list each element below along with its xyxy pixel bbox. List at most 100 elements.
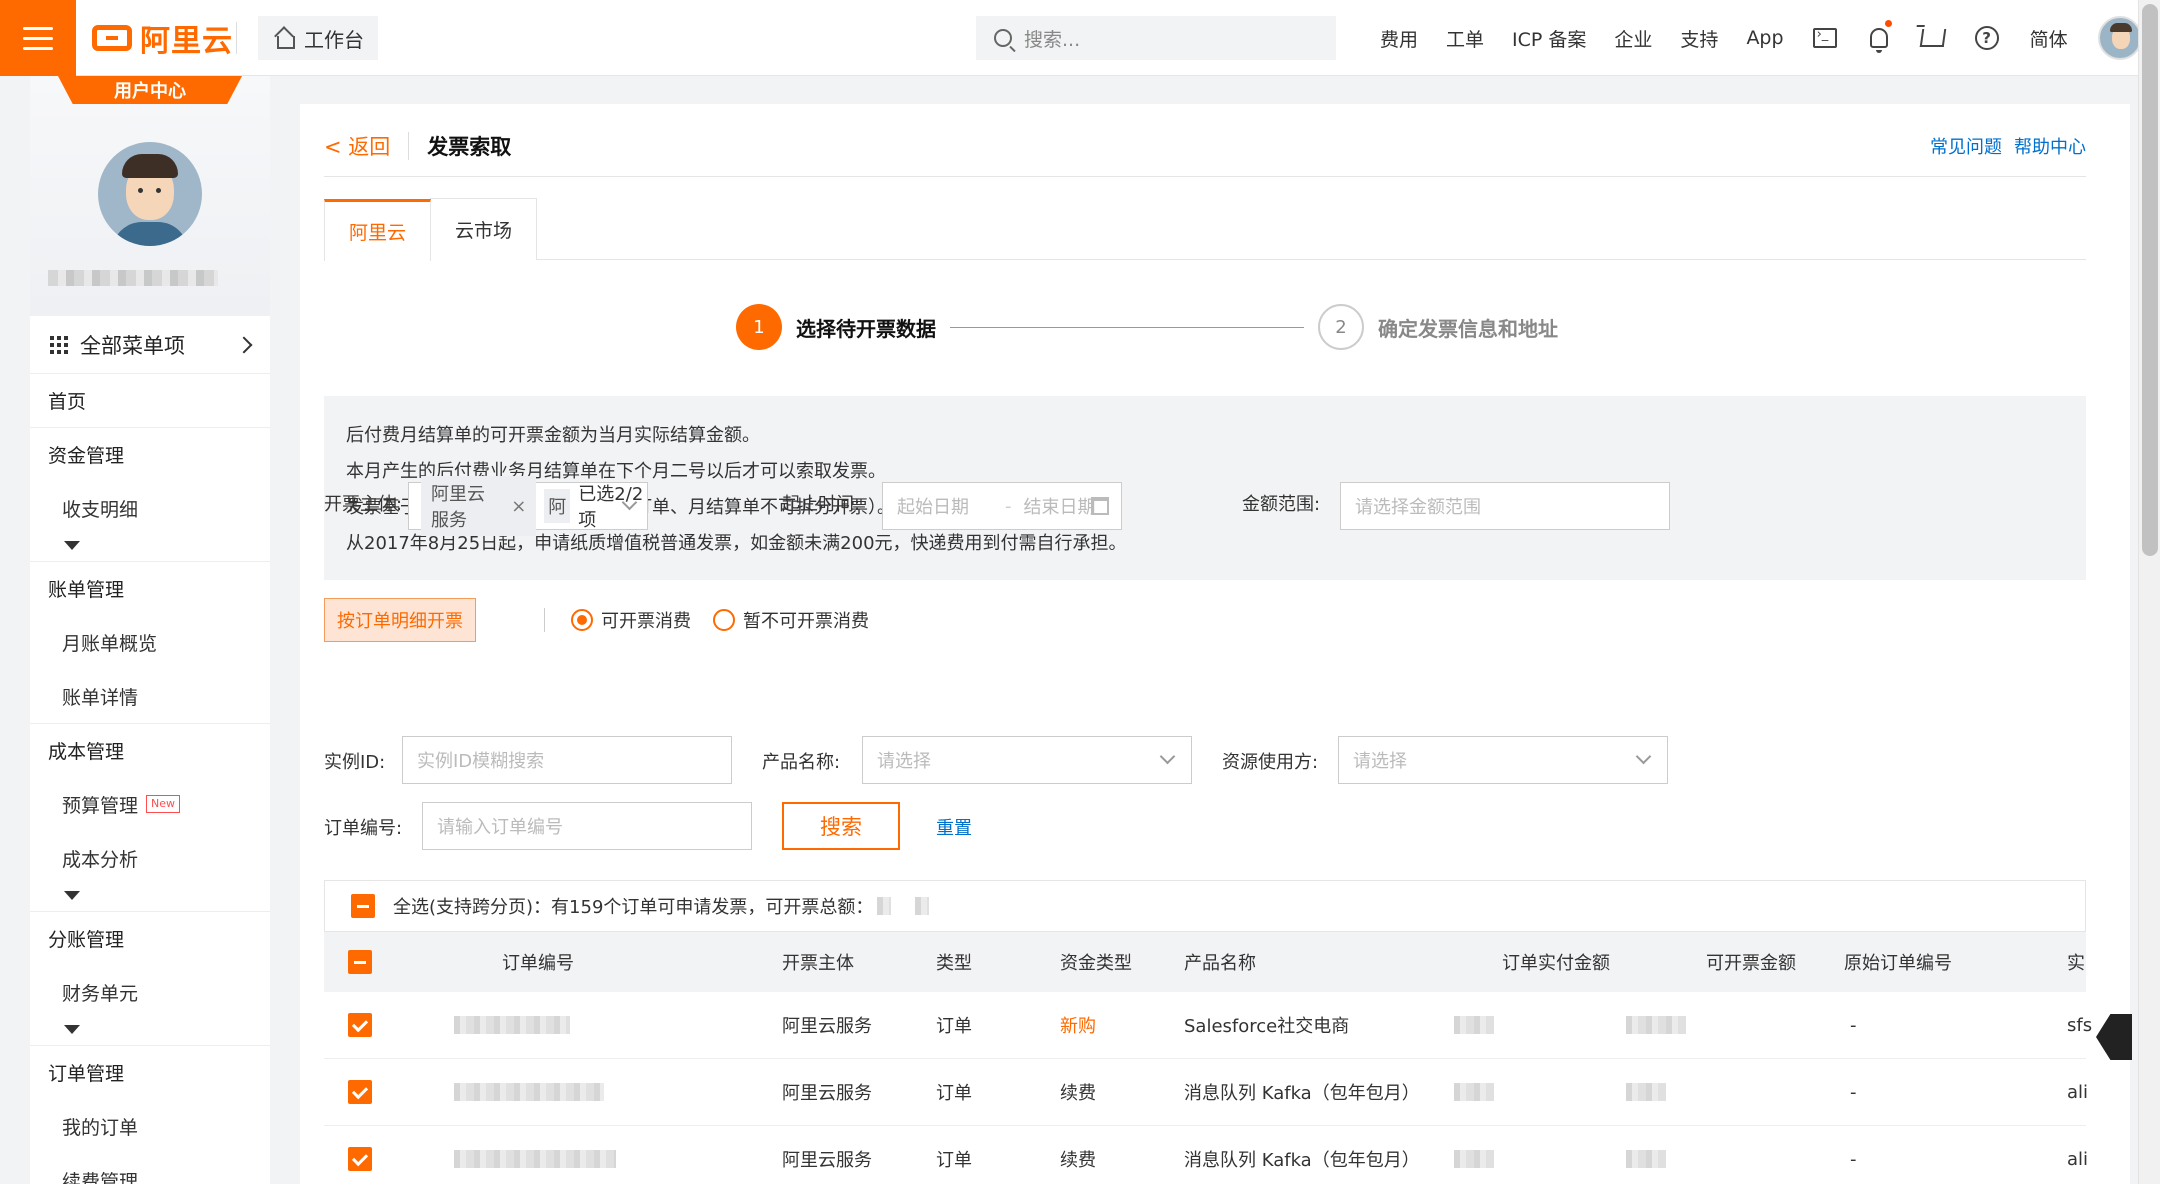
sidebar: 用户中心 全部菜单项 首页 资金管理 收支明细 账单管理 月账单概览 账单详情 成本管理 预算… xyxy=(30,76,270,1184)
select-all-text: 全选(支持跨分页)：有159个订单可申请发票，可开票总额： xyxy=(393,897,874,918)
help-center-link[interactable]: 帮助中心 xyxy=(2014,133,2086,159)
nav-support[interactable]: 支持 xyxy=(1666,25,1732,52)
divider xyxy=(408,132,410,160)
sidebar-item[interactable]: 我的订单 xyxy=(30,1099,270,1153)
expand-more-button[interactable] xyxy=(30,535,270,561)
masked-value xyxy=(1626,1150,1666,1168)
expand-more-button[interactable] xyxy=(30,1019,270,1045)
entity-selected-count: 已选2/2项 xyxy=(578,484,644,531)
tab-aliyun[interactable]: 阿里云 xyxy=(324,199,432,261)
sidebar-group-title[interactable]: 首页 xyxy=(30,374,270,427)
chevron-right-icon xyxy=(235,336,253,353)
sidebar-item[interactable]: 收支明细 xyxy=(30,481,270,535)
sidebar-item[interactable]: 预算管理 New xyxy=(30,777,270,831)
terminal-button[interactable] xyxy=(1798,0,1852,76)
all-menu-items[interactable]: 全部菜单项 xyxy=(30,316,270,374)
amount-label: 金额范围: xyxy=(1242,494,1321,515)
profile-card: 用户中心 xyxy=(30,76,270,316)
user-avatar[interactable] xyxy=(2097,16,2142,60)
col-entity: 开票主体 xyxy=(782,953,854,974)
close-icon[interactable]: × xyxy=(511,496,526,517)
scrollbar[interactable] xyxy=(2138,0,2160,1184)
sidebar-group-title[interactable]: 订单管理 xyxy=(30,1046,270,1099)
row-checkbox[interactable] xyxy=(348,1013,372,1037)
resource-placeholder: 请选择 xyxy=(1353,751,1407,772)
original-cell: - xyxy=(1850,1014,1857,1036)
product-label: 产品名称: xyxy=(762,752,841,773)
tab-marketplace[interactable]: 云市场 xyxy=(430,198,538,260)
radio-invoiceable[interactable]: 可开票消费 xyxy=(571,607,691,633)
masked-order-cell xyxy=(454,992,570,1058)
last-cell: ali xyxy=(2067,1148,2089,1170)
nav-tickets[interactable]: 工单 xyxy=(1432,25,1498,52)
search-button[interactable]: 搜索 xyxy=(782,802,900,850)
divider xyxy=(236,22,237,54)
resource-user-select[interactable]: 请选择 xyxy=(1338,736,1668,784)
chevron-down-icon xyxy=(1635,748,1652,765)
search-input[interactable]: 搜索... xyxy=(976,16,1336,60)
type-cell: 订单 xyxy=(936,1016,972,1037)
step-1-circle: 1 xyxy=(736,304,782,350)
workbench-button[interactable]: 工作台 xyxy=(258,16,378,60)
table-row[interactable]: 阿里云服务 订单 续费 消息队列 Kafka（包年包月） - ali xyxy=(324,1059,2088,1126)
sidebar-item[interactable]: 财务单元 xyxy=(30,965,270,1019)
faq-link[interactable]: 常见问题 xyxy=(1930,133,2002,159)
nav-icp[interactable]: ICP 备案 xyxy=(1498,25,1600,52)
entity-label: 开票主体: xyxy=(324,494,403,515)
start-date-placeholder: 起始日期 xyxy=(897,497,969,518)
invoice-by-order-detail-button[interactable]: 按订单明细开票 xyxy=(324,598,476,642)
sidebar-group-title[interactable]: 账单管理 xyxy=(30,562,270,615)
row-checkbox[interactable] xyxy=(348,1147,372,1171)
sidebar-item[interactable]: 月账单概览 xyxy=(30,615,270,669)
sidebar-item[interactable]: 续费管理 xyxy=(30,1153,270,1184)
sidebar-menu: 首页 资金管理 收支明细账单管理 月账单概览 账单详情 成本管理 预算管理 New 成本分析分账… xyxy=(30,374,270,1184)
nav-enterprise[interactable]: 企业 xyxy=(1600,25,1666,52)
sidebar-item[interactable]: 账单详情 xyxy=(30,669,270,723)
amount-range-select[interactable]: 请选择金额范围 xyxy=(1340,482,1670,530)
profile-avatar[interactable] xyxy=(98,142,202,246)
radio-not-invoiceable[interactable]: 暂不可开票消费 xyxy=(713,607,869,633)
entity-select[interactable]: 阿里云服务 × 阿 已选2/2项 xyxy=(408,476,648,536)
fund-cell: 新购 xyxy=(1060,1016,1096,1037)
search-placeholder: 搜索... xyxy=(1024,28,1081,51)
expand-more-button[interactable] xyxy=(30,885,270,911)
masked-value xyxy=(1454,1016,1494,1034)
hamburger-menu-icon[interactable] xyxy=(0,0,76,76)
nav-fees[interactable]: 费用 xyxy=(1366,25,1432,52)
aliyun-logo[interactable]: 阿里云 xyxy=(92,20,233,59)
instance-id-input[interactable]: 实例ID模糊搜索 xyxy=(402,736,732,784)
nav-app[interactable]: App xyxy=(1732,27,1797,49)
table-row[interactable]: 阿里云服务 订单 新购 Salesforce社交电商 - sfs xyxy=(324,992,2092,1059)
user-center-badge: 用户中心 xyxy=(58,76,242,104)
original-cell: - xyxy=(1850,1148,1857,1170)
fund-cell: 续费 xyxy=(1060,1150,1096,1171)
select-all-checkbox[interactable] xyxy=(351,894,375,918)
step-connector xyxy=(950,326,1304,328)
scrollbar-thumb[interactable] xyxy=(2142,4,2158,556)
sidebar-group-title[interactable]: 资金管理 xyxy=(30,428,270,481)
header-checkbox[interactable] xyxy=(348,950,372,974)
sidebar-item-label: 预算管理 xyxy=(62,794,139,817)
language-switch[interactable]: 简体 xyxy=(2014,25,2084,52)
date-range-separator: - xyxy=(1005,495,1012,517)
product-cell: Salesforce社交电商 xyxy=(1184,1016,1350,1037)
row-checkbox[interactable] xyxy=(348,1080,372,1104)
product-select[interactable]: 请选择 xyxy=(862,736,1192,784)
date-range-picker[interactable]: 起始日期 - 结束日期 xyxy=(882,482,1122,530)
sidebar-item[interactable]: 成本分析 xyxy=(30,831,270,885)
sidebar-group-title[interactable]: 分账管理 xyxy=(30,912,270,965)
masked-total-amount xyxy=(915,897,930,915)
reset-link[interactable]: 重置 xyxy=(936,814,972,840)
stepper: 1 选择待开票数据 2 确定发票信息和地址 xyxy=(736,304,1558,350)
sidebar-item-label: 财务单元 xyxy=(62,982,139,1005)
order-number-input[interactable]: 请输入订单编号 xyxy=(422,802,752,850)
table-row[interactable]: 阿里云服务 订单 续费 消息队列 Kafka（包年包月） - ali xyxy=(324,1126,2089,1184)
sidebar-group-title[interactable]: 成本管理 xyxy=(30,724,270,777)
select-all-bar: 全选(支持跨分页)：有159个订单可申请发票，可开票总额： xyxy=(324,880,2086,932)
masked-paid-cell xyxy=(1454,1059,1494,1125)
back-link[interactable]: < 返回 xyxy=(324,131,390,161)
calendar-icon xyxy=(1091,497,1109,515)
cart-button[interactable] xyxy=(1906,0,1960,76)
notifications-button[interactable] xyxy=(1852,0,1906,76)
help-button[interactable]: ? xyxy=(1960,0,2014,76)
